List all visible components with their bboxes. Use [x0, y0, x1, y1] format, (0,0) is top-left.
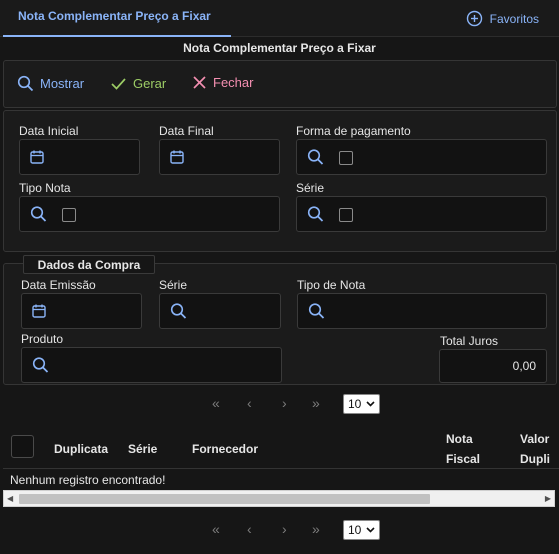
gerar-label: Gerar — [133, 76, 167, 91]
search-icon — [307, 149, 324, 166]
data-final-label: Data Final — [159, 124, 214, 138]
first-page-icon[interactable]: « — [212, 522, 220, 536]
search-icon — [17, 75, 34, 92]
data-final-field[interactable] — [159, 139, 280, 175]
pager-bottom: « ‹ › » 10 — [0, 519, 559, 540]
serie-filter-label: Série — [296, 181, 325, 195]
data-inicial-field[interactable] — [19, 139, 140, 175]
select-all-checkbox[interactable] — [11, 435, 34, 458]
plus-circle-icon — [466, 10, 483, 27]
next-page-icon[interactable]: › — [282, 396, 287, 410]
total-juros-label: Total Juros — [440, 334, 499, 348]
search-icon — [170, 303, 187, 320]
total-juros-value: 0,00 — [512, 359, 536, 373]
mostrar-button[interactable]: Mostrar — [17, 75, 84, 92]
close-icon — [192, 75, 207, 90]
prev-page-icon[interactable]: ‹ — [247, 522, 252, 536]
total-juros-field[interactable]: 0,00 — [439, 349, 547, 383]
col-duplicata[interactable]: Duplicata — [54, 439, 108, 459]
col-valor-line2[interactable]: Dupli — [520, 449, 550, 469]
serie-compra-field[interactable] — [159, 293, 281, 329]
tipo-nota-checkbox[interactable] — [62, 208, 76, 222]
col-valor-line1[interactable]: Valor — [520, 429, 549, 449]
mostrar-label: Mostrar — [40, 76, 85, 91]
horizontal-scrollbar[interactable]: ◀ ▶ — [3, 490, 555, 507]
serie-filter-field[interactable] — [296, 196, 547, 232]
dados-compra-legend: Dados da Compra — [23, 255, 155, 274]
scrollbar-thumb[interactable] — [19, 494, 430, 504]
col-serie[interactable]: Série — [128, 439, 157, 459]
forma-pagamento-checkbox[interactable] — [339, 151, 353, 165]
check-icon — [110, 75, 127, 92]
col-nota-line2[interactable]: Fiscal — [446, 449, 480, 469]
fechar-button[interactable]: Fechar — [192, 75, 253, 90]
serie-filter-checkbox[interactable] — [339, 208, 353, 222]
tab-bar: Nota Complementar Preço a Fixar Favorito… — [0, 0, 559, 37]
search-icon — [308, 303, 325, 320]
tipo-nota-label: Tipo Nota — [19, 181, 71, 195]
scroll-right-icon[interactable]: ▶ — [545, 494, 551, 504]
chevron-down-icon — [366, 527, 375, 533]
search-icon — [32, 357, 49, 374]
page-size-value: 10 — [348, 523, 362, 537]
next-page-icon[interactable]: › — [282, 522, 287, 536]
calendar-icon — [170, 150, 184, 165]
favoritos-label: Favoritos — [489, 11, 539, 26]
tipo-de-nota-field[interactable] — [297, 293, 547, 329]
produto-label: Produto — [21, 332, 64, 346]
last-page-icon[interactable]: » — [312, 396, 320, 410]
favoritos-button[interactable]: Favoritos — [466, 10, 539, 27]
tipo-nota-field[interactable] — [19, 196, 280, 232]
first-page-icon[interactable]: « — [212, 396, 220, 410]
pager-top: « ‹ › » 10 — [0, 393, 559, 414]
page-size-select[interactable]: 10 — [343, 520, 380, 540]
prev-page-icon[interactable]: ‹ — [247, 396, 252, 410]
data-emissao-label: Data Emissão — [21, 278, 96, 292]
serie-compra-label: Série — [159, 278, 188, 292]
toolbar: Mostrar Gerar Fechar — [3, 60, 557, 108]
data-inicial-label: Data Inicial — [19, 124, 79, 138]
page-title: Nota Complementar Preço a Fixar — [183, 41, 376, 55]
col-nota-line1[interactable]: Nota — [446, 429, 473, 449]
produto-field[interactable] — [21, 347, 282, 383]
last-page-icon[interactable]: » — [312, 522, 320, 536]
calendar-icon — [32, 304, 46, 319]
dados-compra-title: Dados da Compra — [37, 258, 141, 272]
page-size-select[interactable]: 10 — [343, 394, 380, 414]
col-fornecedor[interactable]: Fornecedor — [192, 439, 258, 459]
tipo-de-nota-label: Tipo de Nota — [297, 278, 366, 292]
tab-nota-complementar[interactable]: Nota Complementar Preço a Fixar — [3, 0, 231, 37]
page-size-value: 10 — [348, 397, 362, 411]
scroll-left-icon[interactable]: ◀ — [7, 494, 13, 504]
forma-pagamento-field[interactable] — [296, 139, 547, 175]
table-header: Duplicata Série Fornecedor Nota Fiscal V… — [3, 425, 559, 469]
search-icon — [307, 206, 324, 223]
empty-message: Nenhum registro encontrado! — [10, 473, 166, 487]
chevron-down-icon — [366, 401, 375, 407]
data-emissao-field[interactable] — [21, 293, 142, 329]
calendar-icon — [30, 150, 44, 165]
tab-label: Nota Complementar Preço a Fixar — [18, 9, 211, 23]
gerar-button[interactable]: Gerar — [110, 75, 166, 92]
search-icon — [30, 206, 47, 223]
forma-pagamento-label: Forma de pagamento — [296, 124, 411, 138]
fechar-label: Fechar — [213, 75, 254, 90]
